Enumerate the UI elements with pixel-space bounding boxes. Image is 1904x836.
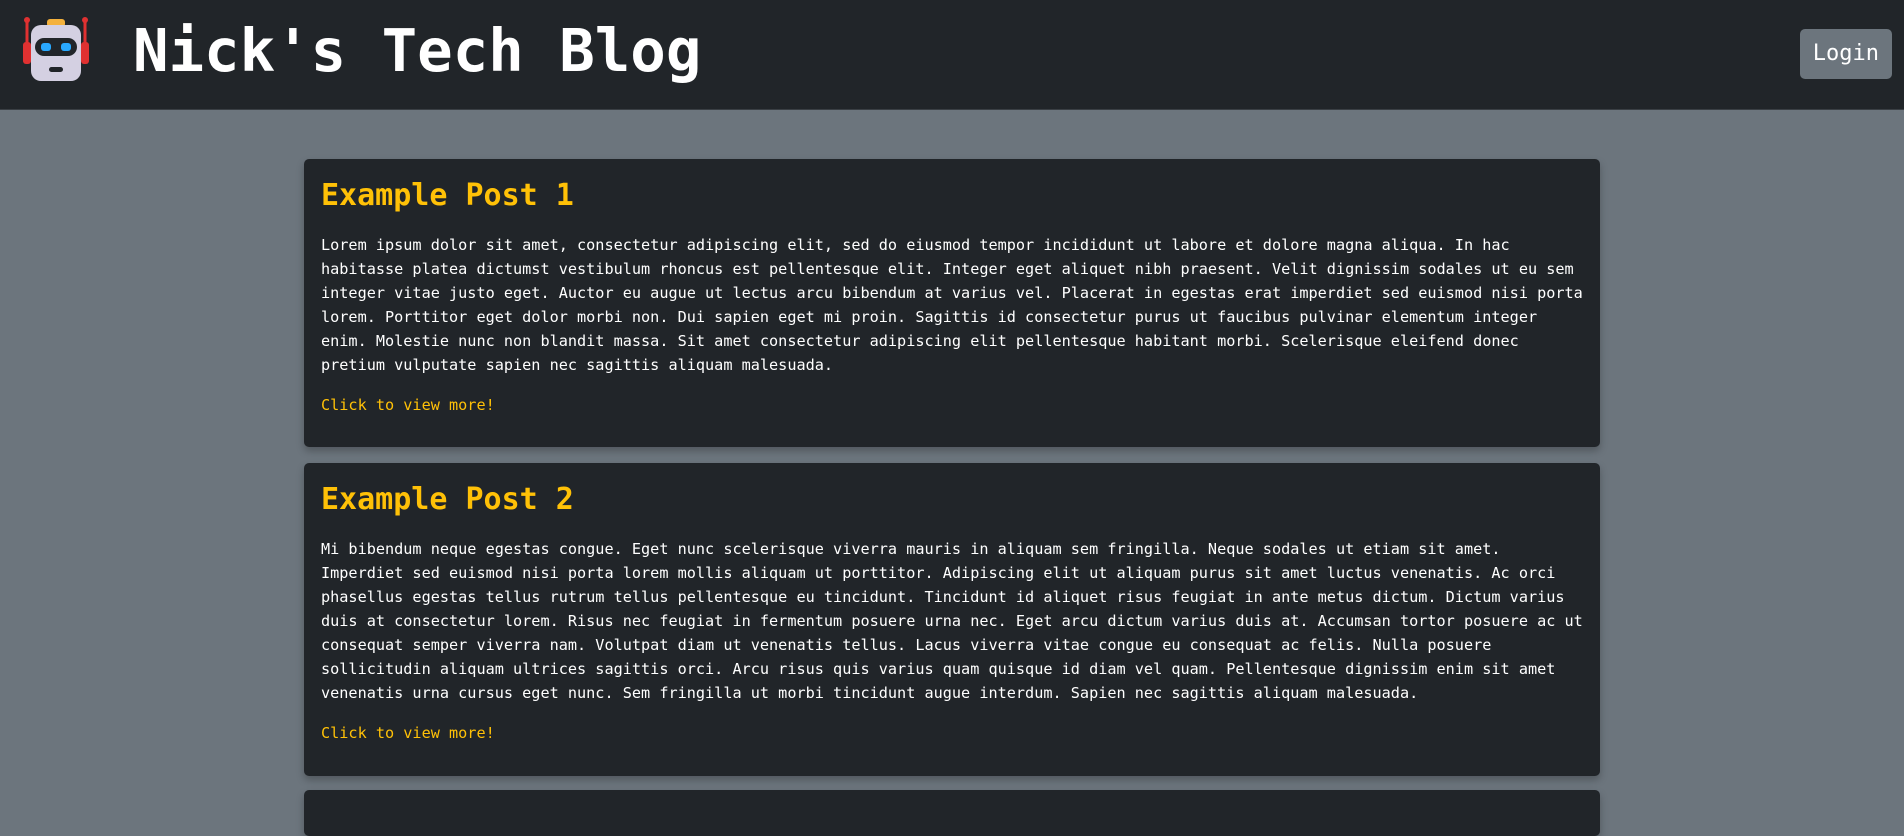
post-body: Lorem ipsum dolor sit amet, consectetur … <box>321 236 1583 374</box>
navbar: Nick's Tech Blog Login <box>0 0 1904 110</box>
post-card: Example Post 1 Lorem ipsum dolor sit ame… <box>304 159 1600 447</box>
post-body: Mi bibendum neque egestas congue. Eget n… <box>321 540 1583 702</box>
site-title: Nick's Tech Blog <box>133 16 702 85</box>
view-more-link[interactable]: Click to view more! <box>321 393 495 417</box>
post-card: Example Post 2 Mi bibendum neque egestas… <box>304 463 1600 776</box>
view-more-link[interactable]: Click to view more! <box>321 721 495 745</box>
post-card-partial <box>304 790 1600 836</box>
robot-icon <box>20 16 92 84</box>
login-button[interactable]: Login <box>1799 29 1892 79</box>
post-title[interactable]: Example Post 2 <box>321 481 1583 519</box>
post-title[interactable]: Example Post 1 <box>321 177 1583 215</box>
